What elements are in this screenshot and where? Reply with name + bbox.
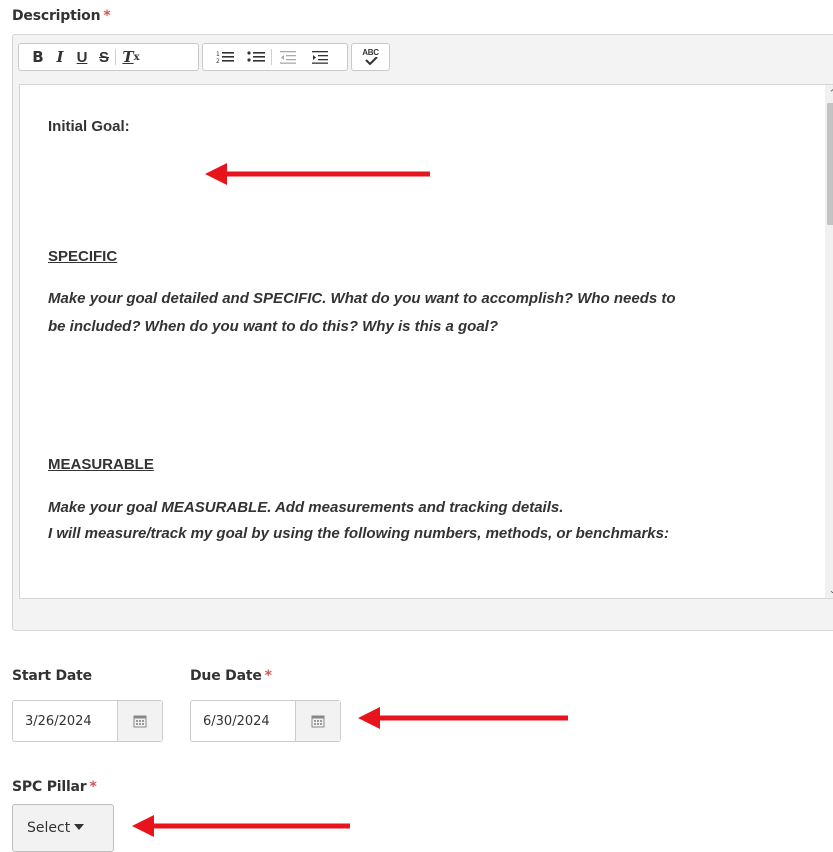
caret-down-icon xyxy=(74,823,85,830)
due-date-label: Due Date * xyxy=(190,668,272,684)
start-date-label: Start Date xyxy=(12,668,92,684)
spc-pillar-select[interactable]: Select xyxy=(12,804,114,852)
red-arrow-annotation xyxy=(132,815,350,837)
italic-button[interactable]: I xyxy=(49,45,71,69)
scrollbar-thumb[interactable] xyxy=(827,103,833,225)
specific-line-2: be included? When do you want to do this… xyxy=(48,318,498,335)
description-editor: B I U S Tx 12 ABC Initial Goal: SPECIFIC xyxy=(12,34,833,631)
spellcheck-label: ABC xyxy=(362,48,379,57)
clear-format-icon: T xyxy=(122,48,134,66)
svg-text:1: 1 xyxy=(216,51,220,58)
specific-heading: SPECIFIC xyxy=(48,248,118,265)
indent-icon[interactable] xyxy=(304,45,336,69)
red-arrow-annotation xyxy=(358,707,568,729)
clear-format-button[interactable]: Tx xyxy=(116,45,146,69)
spc-pillar-label: SPC Pillar * xyxy=(12,779,97,795)
spellcheck-icon[interactable]: ABC xyxy=(356,45,386,69)
scroll-down-icon[interactable]: ⌄ xyxy=(827,584,833,596)
editor-scrollbar[interactable]: ⌃ ⌄ xyxy=(825,85,833,598)
list-toolbar-group: 12 xyxy=(202,43,348,71)
editor-content-area[interactable]: Initial Goal: SPECIFIC Make your goal de… xyxy=(19,84,833,599)
red-arrow-annotation xyxy=(205,163,430,185)
description-label: Description * xyxy=(12,8,111,24)
spellcheck-toolbar-group: ABC xyxy=(351,43,390,71)
due-date-input[interactable] xyxy=(191,701,295,741)
underline-button[interactable]: U xyxy=(71,45,93,69)
measurable-heading: MEASURABLE xyxy=(48,456,154,473)
scroll-up-icon[interactable]: ⌃ xyxy=(827,87,833,99)
initial-goal-text: Initial Goal: xyxy=(48,118,130,135)
start-date-field xyxy=(12,700,163,742)
required-marker: * xyxy=(89,779,97,795)
spc-pillar-selected-value: Select xyxy=(27,820,71,836)
measurable-line-1: Make your goal MEASURABLE. Add measureme… xyxy=(48,499,564,516)
calendar-icon[interactable] xyxy=(117,701,162,741)
description-label-text: Description xyxy=(12,8,101,24)
required-marker: * xyxy=(103,8,111,24)
specific-line-1: Make your goal detailed and SPECIFIC. Wh… xyxy=(48,290,676,307)
due-date-label-text: Due Date xyxy=(190,668,262,684)
calendar-icon[interactable] xyxy=(295,701,340,741)
start-date-input[interactable] xyxy=(13,701,117,741)
numbered-list-icon[interactable]: 12 xyxy=(209,45,241,69)
bulleted-list-icon[interactable] xyxy=(241,45,271,69)
bold-button[interactable]: B xyxy=(27,45,49,69)
due-date-field xyxy=(190,700,341,742)
measurable-line-2: I will measure/track my goal by using th… xyxy=(48,525,669,542)
strike-button[interactable]: S xyxy=(93,45,115,69)
outdent-icon[interactable] xyxy=(272,45,304,69)
format-toolbar-group: B I U S Tx xyxy=(18,43,199,71)
svg-text:2: 2 xyxy=(216,58,220,64)
required-marker: * xyxy=(264,668,272,684)
spc-pillar-label-text: SPC Pillar xyxy=(12,779,87,795)
